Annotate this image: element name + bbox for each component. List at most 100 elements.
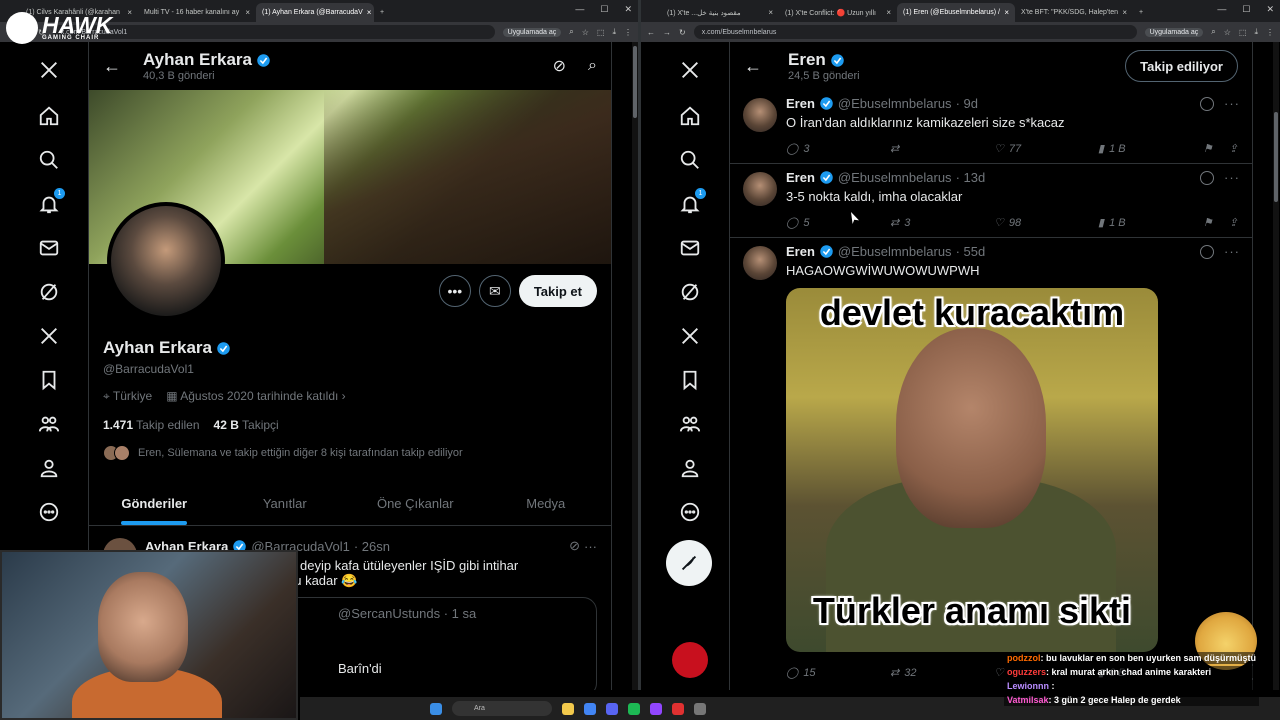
profile-avatar[interactable] [107,202,225,320]
zoom-icon[interactable]: ⌕ [569,27,573,37]
notifications-icon[interactable]: 1 [678,188,706,216]
views-button[interactable]: ▮ 1 B [1098,216,1202,230]
avatar[interactable] [743,246,777,280]
more-icon[interactable] [37,500,61,524]
home-icon[interactable] [678,104,702,128]
spotify-icon[interactable] [628,702,640,715]
more-icon[interactable]: ··· [584,539,597,554]
close-window-icon[interactable]: ✕ [624,4,632,15]
following-link[interactable]: 1.471 Takip edilen [103,418,200,432]
x-logo-icon[interactable] [678,58,702,82]
premium-x-icon[interactable] [37,324,61,348]
tab-media[interactable]: Medya [481,482,612,525]
communities-icon[interactable] [37,412,61,436]
download-icon[interactable]: ⤓ [1254,27,1258,37]
search-icon[interactable] [37,148,61,172]
message-button[interactable]: ✉ [478,275,511,307]
close-icon[interactable]: × [1004,8,1009,17]
more-icon[interactable]: ··· [1224,244,1240,259]
browser-tab-active[interactable]: (1) Ayhan Erkara (@BarracudaV × [256,3,374,22]
account-avatar[interactable] [672,642,708,678]
scrollbar-thumb[interactable] [1274,112,1278,202]
repost-button[interactable]: ⇄ 32 [890,666,994,680]
bookmark-icon[interactable]: ⚑ [1203,142,1213,155]
grok-icon[interactable]: ⊘ [569,538,580,554]
close-icon[interactable]: × [768,8,773,17]
new-tab-button[interactable]: + [374,3,392,22]
compose-post-button[interactable] [666,540,712,586]
back-arrow-icon[interactable]: ← [744,56,762,77]
more-options-button[interactable]: ••• [438,275,471,307]
premium-x-icon[interactable] [678,324,702,348]
messages-icon[interactable] [678,236,702,260]
share-icon[interactable]: ⇪ [1229,216,1238,229]
close-icon[interactable]: × [886,8,891,17]
menu-dots-icon[interactable]: ⋮ [1266,28,1274,37]
tab-highlights[interactable]: Öne Çıkanlar [350,482,481,525]
reload-icon[interactable]: ↻ [679,28,686,37]
download-icon[interactable]: ⤓ [612,27,616,37]
open-in-app-button[interactable]: Uygulamada aç [1144,27,1204,37]
search-icon[interactable]: ⌕ [588,57,597,75]
reply-button[interactable]: ◯ 3 [786,142,890,156]
bookmarks-icon[interactable] [678,368,702,392]
like-button[interactable]: ♡ 98 [994,216,1098,230]
tab-replies[interactable]: Yanıtlar [220,482,351,525]
bookmarks-icon[interactable] [37,368,61,392]
tweet-author[interactable]: Eren [786,96,815,111]
avatar[interactable] [743,172,777,206]
extensions-icon[interactable]: ⬚ [1239,28,1247,37]
known-followers[interactable]: Eren, Sülemana ve takip ettiğin diğer 8 … [103,445,463,461]
windows-start-icon[interactable] [430,702,442,715]
repost-button[interactable]: ⇄ 3 [890,216,994,230]
close-window-icon[interactable]: ✕ [1266,4,1274,15]
like-button[interactable]: ♡ 77 [994,142,1098,156]
obs-icon[interactable] [672,702,684,715]
minimize-icon[interactable]: — [575,4,584,15]
search-icon[interactable] [678,148,702,172]
url-field[interactable]: x.com/BarracudaVol1 [52,25,495,39]
zoom-icon[interactable]: ⌕ [1211,27,1215,37]
x-logo-icon[interactable] [37,58,61,82]
grok-icon[interactable] [1200,97,1214,111]
maximize-icon[interactable]: ☐ [600,4,608,15]
repost-button[interactable]: ⇄ [890,142,994,155]
reply-button[interactable]: ◯ 15 [786,666,890,680]
maximize-icon[interactable]: ☐ [1242,4,1250,15]
back-arrow-icon[interactable]: ← [103,56,121,77]
tweet[interactable]: ··· Eren @Ebuselmnbelarus · 13d 3-5 nokta… [730,164,1252,238]
grok-icon[interactable] [1200,171,1214,185]
tweet[interactable]: ··· Eren @Ebuselmnbelarus · 9d O İran'dan… [730,90,1252,164]
chrome-icon[interactable] [584,702,596,715]
close-icon[interactable]: × [127,8,132,17]
url-field[interactable]: x.com/Ebuselmnbelarus [693,25,1137,39]
close-icon[interactable]: × [245,8,250,17]
profile-icon[interactable] [678,456,702,480]
grok-icon[interactable] [37,280,61,304]
browser-tab[interactable]: X'te BFT: "PKK/SDG, Halep'ten × [1015,3,1133,22]
taskbar-search[interactable]: Ara [452,701,552,716]
close-icon[interactable]: × [1122,8,1127,17]
profile-icon[interactable] [37,456,61,480]
back-icon[interactable]: ← [647,28,655,37]
tweet-author[interactable]: Eren [786,170,815,185]
forward-icon[interactable]: → [663,28,671,37]
grok-icon[interactable]: ⊘ [553,56,566,76]
app-icon[interactable] [694,702,706,715]
home-icon[interactable] [37,104,61,128]
scrollbar[interactable] [1273,42,1279,690]
close-icon[interactable]: × [367,8,372,17]
browser-tab[interactable]: (1) X'te ...مقصود بنية خل × [661,3,779,22]
follow-button[interactable]: Takip et [518,275,597,307]
browser-tab[interactable]: (1) X'te Conflict: 🔴 Uzun yıllı × [779,3,897,22]
messages-icon[interactable] [37,236,61,260]
minimize-icon[interactable]: — [1217,4,1226,15]
tweet[interactable]: ··· Eren @Ebuselmnbelarus · 55d HAGAOWGWİ… [730,238,1252,687]
open-in-app-button[interactable]: Uygulamada aç [502,27,562,37]
notifications-icon[interactable]: 1 [37,188,65,216]
communities-icon[interactable] [678,412,702,436]
bookmark-star-icon[interactable]: ☆ [1224,28,1231,37]
more-icon[interactable]: ··· [1224,170,1240,185]
following-button[interactable]: Takip ediliyor [1125,50,1238,82]
tweet-author[interactable]: Eren [786,244,815,259]
